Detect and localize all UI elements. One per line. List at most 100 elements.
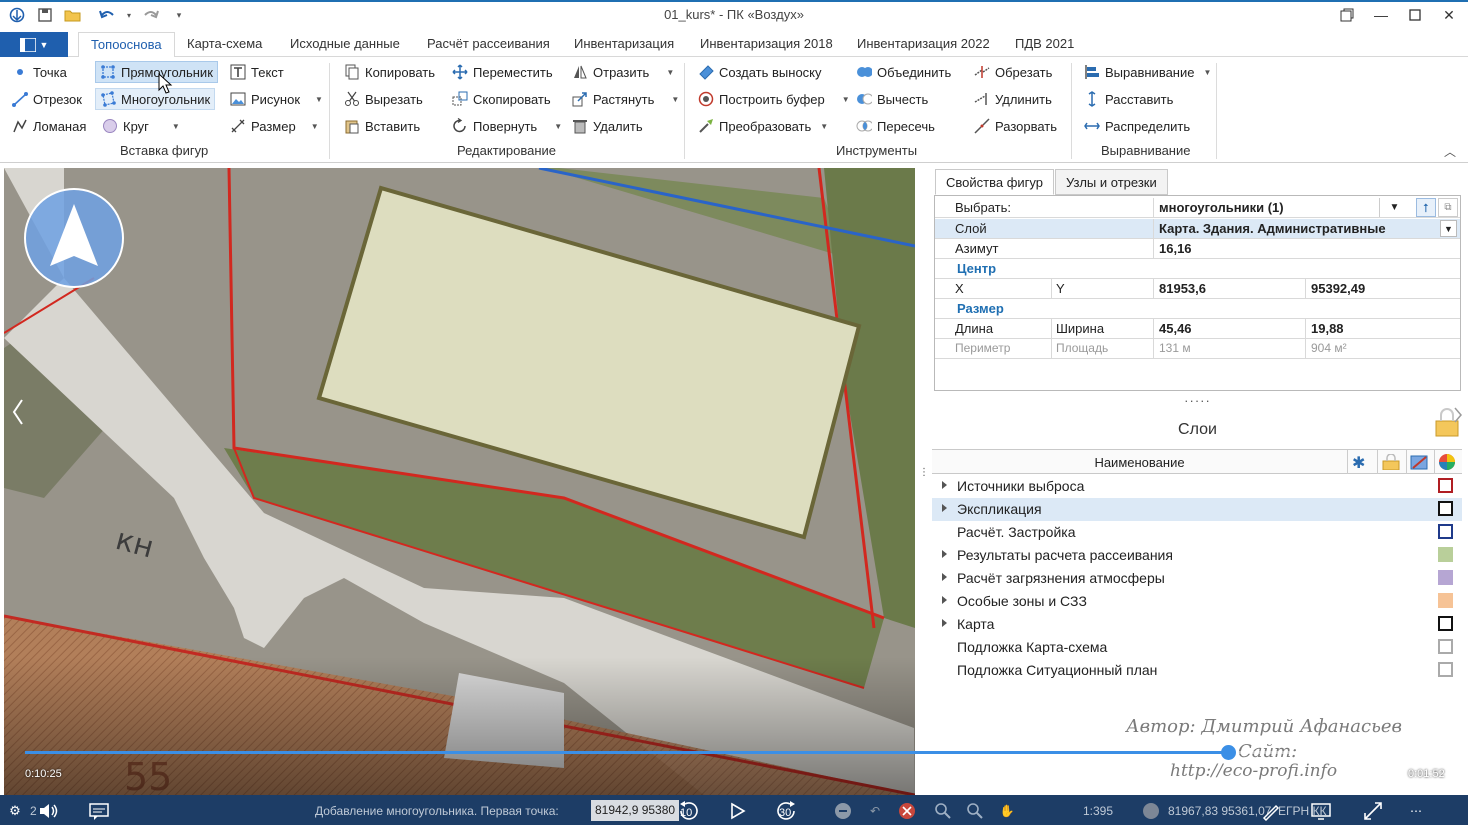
mirror-dropdown-icon[interactable]: ▼ [666, 68, 674, 77]
expand-arrow-icon[interactable] [942, 619, 947, 627]
volume-icon[interactable] [38, 800, 60, 822]
mirror-button[interactable]: Отразить ▼ [568, 61, 678, 83]
subtract-button[interactable]: Вычесть [852, 88, 932, 110]
maximize-icon[interactable] [1404, 4, 1426, 26]
tab-pdv-2021[interactable]: ПДВ 2021 [1015, 36, 1074, 51]
align-dropdown-icon[interactable]: ▼ [1203, 68, 1211, 77]
zoom-out-icon[interactable] [964, 800, 986, 822]
align-button[interactable]: Выравнивание ▼ [1080, 61, 1215, 83]
layer-row[interactable]: Слой Карта. Здания. Административные ▼ [935, 219, 1460, 239]
intersect-button[interactable]: Пересечь [852, 115, 939, 137]
expand-arrow-icon[interactable] [942, 550, 947, 558]
point-button[interactable]: Точка [8, 61, 71, 83]
distribute-button[interactable]: Распределить [1080, 115, 1194, 137]
expand-arrow-icon[interactable] [942, 481, 947, 489]
trim-button[interactable]: Обрезать [970, 61, 1056, 83]
width-value[interactable]: 19,88 [1311, 321, 1344, 336]
text-button[interactable]: Текст [226, 61, 288, 83]
layer-row[interactable]: Подложка Карта-схема [932, 636, 1462, 659]
close-icon[interactable]: ✕ [1438, 4, 1460, 26]
paste-button[interactable]: Вставить [340, 115, 424, 137]
layer-row[interactable]: Источники выброса [932, 475, 1462, 498]
panel-resize-grip-icon[interactable]: ····· [930, 393, 1465, 408]
extend-button[interactable]: Удлинить [970, 88, 1056, 110]
azimuth-value[interactable]: 16,16 [1159, 241, 1192, 256]
layer-color-swatch[interactable] [1438, 501, 1453, 516]
rotate-dropdown-icon[interactable]: ▼ [554, 122, 562, 131]
layer-row[interactable]: Экспликация [932, 498, 1462, 521]
select-filter-icon[interactable]: ⧉ [1438, 198, 1458, 217]
copy-shape-button[interactable]: Скопировать [448, 88, 555, 110]
buffer-dropdown-icon[interactable]: ▼ [842, 95, 850, 104]
layer-value[interactable]: Карта. Здания. Административные [1159, 221, 1386, 236]
fullscreen-icon[interactable] [1362, 800, 1384, 822]
size-button[interactable]: Размер ▼ [226, 115, 323, 137]
tab-toposnova[interactable]: Топооснова [78, 32, 175, 58]
screen-icon[interactable] [1310, 800, 1332, 822]
tab-inventarizaciya-2022[interactable]: Инвентаризация 2022 [857, 36, 990, 51]
collapse-ribbon-icon[interactable]: ︿ [1444, 143, 1456, 160]
play-icon[interactable] [726, 800, 748, 822]
picture-button[interactable]: Рисунок ▼ [226, 88, 327, 110]
circle-button[interactable]: Круг ▼ [98, 115, 184, 137]
rectangle-button[interactable]: Прямоугольник [95, 61, 218, 83]
tab-inventarizaciya-2018[interactable]: Инвентаризация 2018 [700, 36, 833, 51]
layer-row[interactable]: Особые зоны и СЗЗ [932, 590, 1462, 613]
layer-row[interactable]: Расчёт загрязнения атмосферы [932, 567, 1462, 590]
status-undo-icon[interactable]: ↶ [864, 800, 886, 822]
layer-row[interactable]: Расчёт. Застройка [932, 521, 1462, 544]
layer-color-swatch[interactable] [1438, 662, 1453, 677]
stretch-dropdown-icon[interactable]: ▼ [671, 95, 679, 104]
transform-dropdown-icon[interactable]: ▼ [820, 122, 828, 131]
y-value[interactable]: 95392,49 [1311, 281, 1365, 296]
select-up-icon[interactable]: ⭡ [1416, 198, 1436, 217]
arrange-button[interactable]: Расставить [1080, 88, 1177, 110]
zoom-in-icon[interactable] [932, 800, 954, 822]
layer-row[interactable]: Результаты расчета рассеивания [932, 544, 1462, 567]
edit-layer-icon[interactable] [1410, 454, 1430, 470]
create-callout-button[interactable]: Создать выноску [694, 61, 826, 83]
restore-window-icon[interactable] [1336, 4, 1358, 26]
tab-ishodnye-dannye[interactable]: Исходные данные [290, 36, 400, 51]
rotate-button[interactable]: Повернуть ▼ [448, 115, 566, 137]
delete-button[interactable]: Удалить [568, 115, 647, 137]
layer-color-swatch[interactable] [1438, 639, 1453, 654]
coordinate-input[interactable]: 81942,9 95380 [591, 800, 679, 821]
tab-nodes-segments[interactable]: Узлы и отрезки [1055, 169, 1168, 195]
layer-color-swatch[interactable] [1438, 547, 1453, 562]
lock-icon[interactable] [1433, 406, 1463, 440]
tab-inventarizaciya[interactable]: Инвентаризация [574, 36, 674, 51]
select-value[interactable]: многоугольники (1) [1159, 200, 1284, 215]
color-wheel-icon[interactable] [1438, 453, 1456, 471]
layer-color-swatch[interactable] [1438, 593, 1453, 608]
pen-icon[interactable] [1260, 800, 1282, 822]
size-dropdown-icon[interactable]: ▼ [311, 122, 319, 131]
move-button[interactable]: Переместить [448, 61, 557, 83]
layers-column-name[interactable]: Наименование [932, 455, 1347, 470]
layer-color-swatch[interactable] [1438, 616, 1453, 631]
stop-icon[interactable] [896, 800, 918, 822]
polyline-button[interactable]: Ломаная [8, 115, 90, 137]
freeze-icon[interactable]: ✱ [1352, 453, 1365, 473]
minimize-icon[interactable]: — [1370, 4, 1392, 26]
layer-color-swatch[interactable] [1438, 478, 1453, 493]
tab-karta-shema[interactable]: Карта-схема [187, 36, 262, 51]
picture-dropdown-icon[interactable]: ▼ [315, 95, 323, 104]
segment-button[interactable]: Отрезок [8, 88, 86, 110]
tab-shape-properties[interactable]: Свойства фигур [935, 169, 1054, 195]
layer-color-swatch[interactable] [1438, 524, 1453, 539]
copy-button[interactable]: Копировать [340, 61, 439, 83]
captions-icon[interactable] [88, 800, 110, 822]
cut-button[interactable]: Вырезать [340, 88, 427, 110]
more-options-icon[interactable]: ⋯ [1405, 800, 1427, 822]
x-value[interactable]: 81953,6 [1159, 281, 1206, 296]
layer-dropdown-icon[interactable]: ▼ [1440, 220, 1457, 237]
pan-hand-icon[interactable]: ✋ [996, 800, 1018, 822]
build-buffer-button[interactable]: Построить буфер ▼ [694, 88, 854, 110]
transform-button[interactable]: Преобразовать ▼ [694, 115, 832, 137]
tab-raschet-rasseivaniya[interactable]: Расчёт рассеивания [427, 36, 550, 51]
expand-arrow-icon[interactable] [942, 596, 947, 604]
expand-arrow-icon[interactable] [942, 573, 947, 581]
length-value[interactable]: 45,46 [1159, 321, 1192, 336]
layer-row[interactable]: Подложка Ситуационный план [932, 659, 1462, 682]
